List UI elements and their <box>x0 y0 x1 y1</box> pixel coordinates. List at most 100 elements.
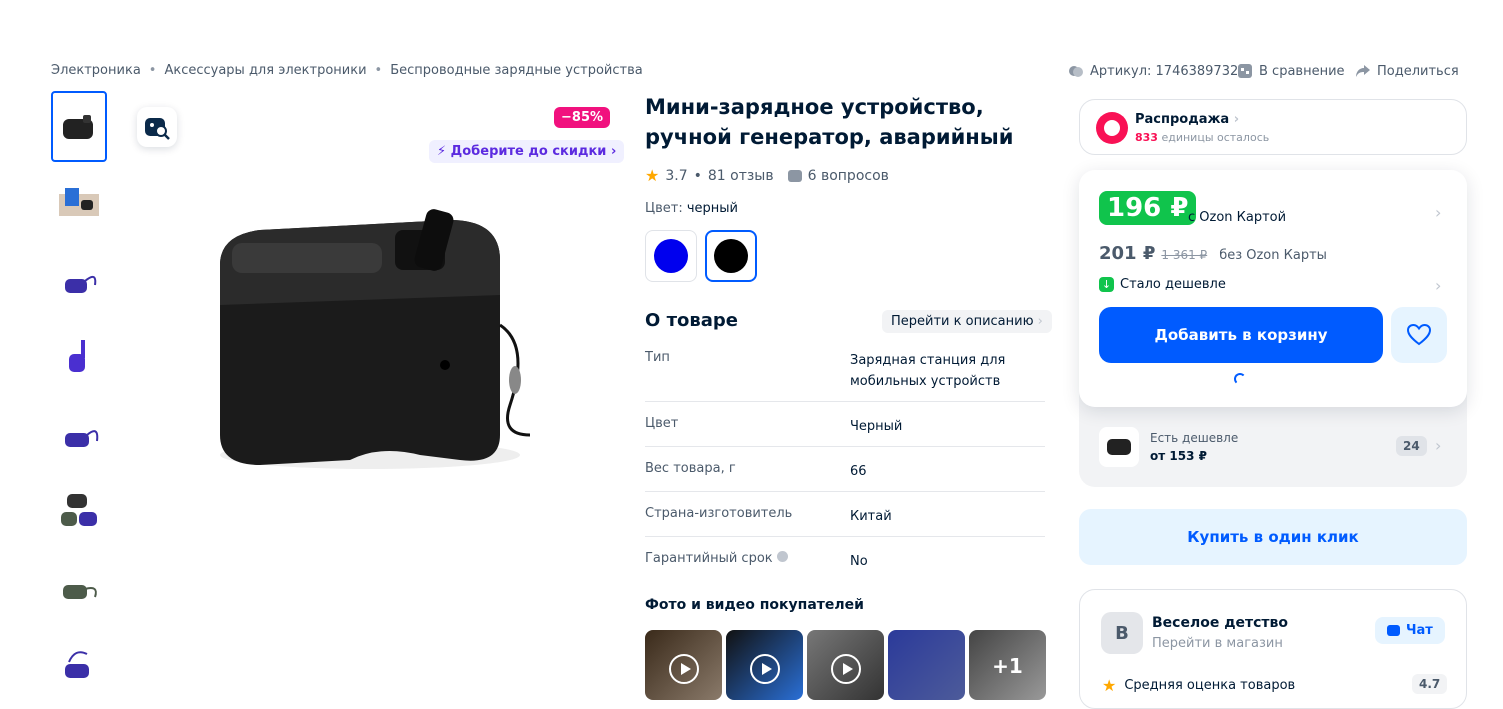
sale-title: Распродажа › <box>1135 112 1239 127</box>
share-button[interactable]: Поделиться <box>1355 63 1459 79</box>
color-swatch-black[interactable] <box>705 230 757 282</box>
chat-icon <box>1387 625 1400 636</box>
color-swatch-blue[interactable] <box>645 230 697 282</box>
customer-photos-heading: Фото и видео покупателей <box>645 597 864 613</box>
thumbnail-image <box>61 493 97 526</box>
thumbnail[interactable] <box>51 476 107 547</box>
thumbnail[interactable] <box>51 322 107 393</box>
compare-button[interactable]: В сравнение <box>1237 63 1345 79</box>
compare-label: В сравнение <box>1259 63 1345 79</box>
thumbnail-image <box>69 339 85 372</box>
info-icon[interactable] <box>776 551 788 562</box>
thumbnail[interactable] <box>51 399 107 470</box>
thumbnail-image <box>65 650 89 678</box>
spec-key-text: Гарантийный срок <box>645 551 773 566</box>
chevron-right-icon: › <box>1435 276 1442 295</box>
chevron-right-icon: › <box>610 144 617 159</box>
chat-button[interactable]: Чат <box>1375 617 1445 644</box>
get-discount-label: Доберите до скидки <box>450 144 607 159</box>
top-truncated-bar <box>0 0 1503 6</box>
sku-action[interactable]: Артикул: 1746389732 <box>1068 63 1238 79</box>
customer-photo[interactable] <box>888 630 965 700</box>
questions-link[interactable]: 6 вопросов <box>808 168 889 184</box>
color-value: черный <box>686 201 739 216</box>
spec-key: Цвет <box>645 416 679 431</box>
sale-label: Распродажа <box>1135 112 1230 127</box>
breadcrumb: Электроника • Аксессуары для электроники… <box>51 63 643 78</box>
about-heading: О товаре <box>645 310 738 331</box>
customer-video[interactable] <box>645 630 722 700</box>
ozon-card-price: 196 ₽ <box>1099 191 1197 225</box>
add-to-cart-label: Добавить в корзину <box>1154 326 1328 344</box>
seller-card: В Веселое детство Перейти в магазин Чат … <box>1079 589 1467 709</box>
thumbnail[interactable] <box>51 245 107 316</box>
share-label: Поделиться <box>1377 63 1459 79</box>
buy-one-click-button[interactable]: Купить в один клик <box>1079 509 1467 565</box>
goto-description-button[interactable]: Перейти к описанию › <box>882 310 1052 333</box>
cheaper-offer-image <box>1099 427 1139 467</box>
buy-one-click-label: Купить в один клик <box>1187 528 1359 546</box>
sku-label: Артикул: 1746389732 <box>1090 63 1239 79</box>
spec-key: Тип <box>645 350 670 365</box>
seller-rating-value: 4.7 <box>1412 674 1448 694</box>
thumbnail[interactable] <box>51 553 107 624</box>
breadcrumb-item[interactable]: Беспроводные зарядные устройства <box>390 63 643 78</box>
old-price: 1 361 ₽ <box>1161 248 1208 262</box>
chevron-right-icon: › <box>1037 314 1043 329</box>
star-icon: ★ <box>1102 676 1117 695</box>
thumbnail[interactable] <box>51 168 107 239</box>
image-search-icon <box>145 118 170 140</box>
more-count: +1 <box>992 654 1023 678</box>
add-to-cart-button[interactable]: Добавить в корзину <box>1099 307 1383 363</box>
goto-description-label: Перейти к описанию <box>891 314 1034 329</box>
get-discount-button[interactable]: ⚡ Доберите до скидки › <box>429 140 625 163</box>
spec-value: Черный <box>850 419 903 434</box>
rating-value: 3.7 <box>665 167 688 184</box>
price-drop-label: Стало дешевле <box>1120 277 1226 292</box>
seller-name[interactable]: Веселое детство <box>1152 615 1288 631</box>
chevron-right-icon: › <box>1435 436 1442 455</box>
thumbnail[interactable] <box>51 630 107 701</box>
product-main-image <box>220 209 531 469</box>
sale-banner[interactable]: Распродажа › 833 единицы осталось <box>1079 99 1467 155</box>
color-label: Цвет: черный <box>645 201 738 216</box>
lightning-icon: ⚡ <box>437 144 447 159</box>
thumbnail[interactable] <box>51 91 107 162</box>
copy-icon <box>1069 66 1083 77</box>
star-icon: ★ <box>645 166 660 185</box>
favorite-button[interactable] <box>1391 307 1447 363</box>
discount-badge: −85% <box>554 107 611 128</box>
go-to-store-link[interactable]: Перейти в магазин <box>1152 636 1283 651</box>
spec-row: Вес товара, г 66 <box>645 461 1045 492</box>
thumbnail-list <box>51 91 107 707</box>
chevron-right-icon: › <box>1229 112 1240 127</box>
thumbnail-image <box>63 584 97 599</box>
spec-value: No <box>850 554 868 569</box>
price-drop-row[interactable]: ↓ Стало дешевле <box>1099 277 1226 292</box>
breadcrumb-separator: • <box>148 63 157 78</box>
stock-count: 833 <box>1135 131 1158 144</box>
image-search-button[interactable] <box>137 107 177 147</box>
compare-icon <box>1238 64 1252 78</box>
customer-photos-more[interactable]: +1 <box>969 630 1046 700</box>
chat-label: Чат <box>1406 623 1433 638</box>
spec-key: Вес товара, г <box>645 461 736 476</box>
rating-separator: • <box>693 167 702 184</box>
chevron-right-icon[interactable]: › <box>1435 203 1441 222</box>
rating-row[interactable]: ★ 3.7 • 81 отзыв 6 вопросов <box>645 166 889 185</box>
thumbnail-image <box>59 187 99 216</box>
reviews-link[interactable]: 81 отзыв <box>708 168 774 184</box>
customer-video[interactable] <box>726 630 803 700</box>
regular-price: 201 ₽ <box>1099 243 1156 264</box>
stock-text: единицы осталось <box>1161 131 1270 144</box>
thumbnail-image <box>65 275 97 293</box>
seller-avatar[interactable]: В <box>1101 612 1143 654</box>
customer-video[interactable] <box>807 630 884 700</box>
play-icon <box>750 654 780 684</box>
play-icon <box>831 654 861 684</box>
thumbnail-image <box>63 114 93 139</box>
breadcrumb-item[interactable]: Электроника <box>51 63 141 78</box>
breadcrumb-item[interactable]: Аксессуары для электроники <box>164 63 366 78</box>
cheaper-offer-label: Есть дешевле <box>1150 431 1239 445</box>
price-card: 196 ₽ с Ozon Картой › 201 ₽ 1 361 ₽ без … <box>1079 170 1467 407</box>
